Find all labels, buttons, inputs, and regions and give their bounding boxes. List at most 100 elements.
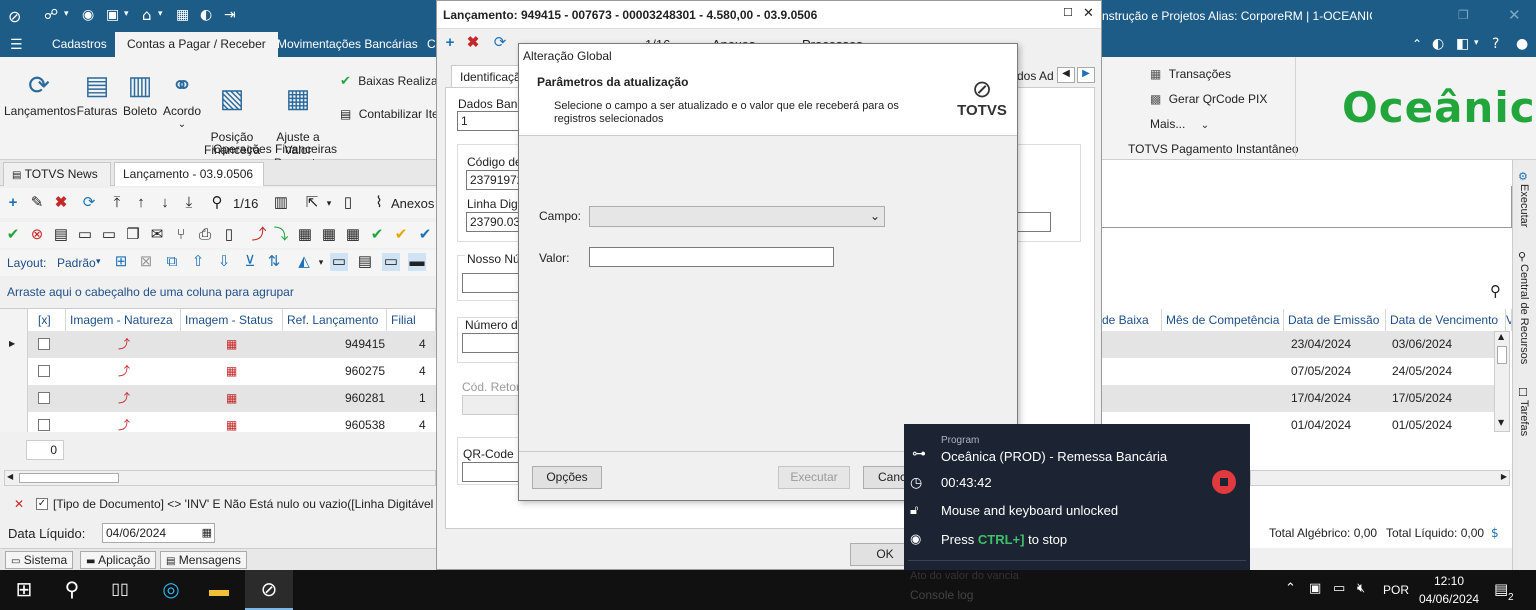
arrow-green-icon[interactable]: ⤵ xyxy=(272,226,290,244)
next-record-icon[interactable]: ↓ xyxy=(156,194,174,212)
tab-identificacao[interactable]: Identificaçã xyxy=(451,65,519,87)
filter-expression[interactable]: [Tipo de Documento] <> 'INV' E Não Está … xyxy=(53,497,436,511)
download-icon[interactable]: ⇩ xyxy=(215,253,233,271)
user-icon[interactable]: ● xyxy=(1516,36,1528,52)
restore-window-icon[interactable]: ❐ xyxy=(1458,8,1469,22)
printer-icon[interactable]: ⎙ xyxy=(196,226,214,244)
tab-mensagens[interactable]: ▤ Mensagens xyxy=(160,551,247,569)
approve-blue-icon[interactable]: ✔ xyxy=(416,226,434,244)
task-view-icon[interactable]: ▯▯ xyxy=(96,570,144,610)
tab-totvs-news[interactable]: ▤ TOTVS News xyxy=(3,162,111,186)
column-header-emissao[interactable]: Data de Emissão xyxy=(1284,309,1386,331)
faturas-button[interactable]: ▤ Faturas xyxy=(76,69,118,118)
dropdown-arrow-icon[interactable]: ▾ xyxy=(64,9,69,19)
horizontal-scrollbar[interactable]: ◀ xyxy=(4,470,436,486)
calendar-picker-icon[interactable]: ▦ xyxy=(202,524,212,542)
sidebar-tarefas[interactable]: Tarefas xyxy=(1518,400,1530,436)
tray-chevron-icon[interactable]: ⌃ xyxy=(1285,581,1296,596)
filter-enabled-checkbox[interactable]: ✓ xyxy=(36,498,48,510)
stop-button[interactable] xyxy=(1212,470,1236,494)
language-indicator[interactable]: POR xyxy=(1383,583,1409,597)
first-record-icon[interactable]: ⤒ xyxy=(108,194,126,212)
upload-icon[interactable]: ⇧ xyxy=(189,253,207,271)
table-row[interactable]: 23/04/2024 03/06/2024 xyxy=(1102,331,1494,358)
windows-start-icon[interactable]: ⊞ xyxy=(0,570,48,610)
edge-browser-icon[interactable]: ◎ xyxy=(147,570,195,610)
arrow-red-icon[interactable]: ⤴ xyxy=(250,226,268,244)
dropdown-arrow-icon[interactable]: ▾ xyxy=(96,257,101,267)
menu-tab-contas[interactable]: Contas a Pagar / Receber xyxy=(115,32,278,57)
totvs-logo-icon[interactable]: ⊘ xyxy=(8,7,21,26)
sort-icon[interactable]: ⇅ xyxy=(265,253,283,271)
previous-record-icon[interactable]: ↑ xyxy=(132,194,150,212)
copy-icon[interactable]: ❐ xyxy=(124,226,142,244)
view-icon[interactable]: ◉ xyxy=(82,7,94,23)
close-window-icon[interactable]: ✕ xyxy=(1508,6,1521,24)
gerar-qrcode-item[interactable]: ▩ Gerar QrCode PIX xyxy=(1150,92,1267,106)
add-icon[interactable]: + xyxy=(441,34,459,52)
columns-icon[interactable]: ▥ xyxy=(272,194,290,212)
row-checkbox[interactable] xyxy=(38,365,50,377)
panel-split-icon[interactable]: ▤ xyxy=(356,253,374,271)
linha-digitavel-field[interactable]: 23790.031 xyxy=(466,212,520,232)
home-icon[interactable]: ⌂ xyxy=(142,6,152,24)
dropdown-arrow-icon[interactable]: ▾ xyxy=(124,9,129,19)
delete-icon[interactable]: ✖ xyxy=(52,194,70,212)
edit-icon[interactable]: ✎ xyxy=(28,194,46,212)
mais-item[interactable]: Mais... ⌄ xyxy=(1150,117,1209,131)
approve-icon[interactable]: ✔ xyxy=(368,226,386,244)
column-header-baixa[interactable]: de Baixa xyxy=(1102,309,1162,331)
layout-select[interactable]: Padrão xyxy=(57,256,96,270)
vertical-scrollbar[interactable]: ▲ ▼ xyxy=(1494,331,1510,432)
search-icon[interactable]: ⚲ xyxy=(48,570,96,610)
row-checkbox[interactable] xyxy=(38,419,50,431)
collapse-icon[interactable]: ⊠ xyxy=(137,253,155,271)
document-icon[interactable]: ▯ xyxy=(339,194,357,212)
menu-tab-cadastros[interactable]: Cadastros xyxy=(40,32,119,57)
tab-scroll-left-icon[interactable]: ◀ xyxy=(1057,67,1075,83)
panel-bottom-icon[interactable]: ▭ xyxy=(330,253,348,271)
horizontal-scrollbar-right[interactable]: ▶ xyxy=(1250,470,1510,486)
scroll-thumb[interactable] xyxy=(1497,346,1507,364)
nosso-numero-field[interactable] xyxy=(462,273,520,293)
contabilizar-item[interactable]: ▤ Contabilizar Ite xyxy=(340,107,439,121)
last-record-icon[interactable]: ⤓ xyxy=(180,194,198,212)
column-header-filial[interactable]: Filial xyxy=(387,309,436,331)
maximize-icon[interactable]: ☐ xyxy=(1063,6,1073,19)
exit-icon[interactable]: ⇥ xyxy=(224,7,236,23)
table-row[interactable]: 17/04/2024 17/05/2024 xyxy=(1102,385,1494,412)
refresh-icon[interactable]: ⟳ xyxy=(80,194,98,212)
tab-aplicacao[interactable]: ▬ Aplicação xyxy=(80,551,157,569)
transacoes-item[interactable]: ▦ Transações xyxy=(1150,67,1231,81)
document-icon[interactable]: ▯ xyxy=(220,226,238,244)
calendar-icon[interactable]: ▦ xyxy=(344,226,362,244)
clock-date[interactable]: 04/06/2024 xyxy=(1419,592,1479,606)
table-row[interactable]: ⤴ ▦ 960275 4 xyxy=(28,358,436,385)
boleto-button[interactable]: ▥ Boleto xyxy=(122,69,158,118)
anexos-button[interactable]: Anexos xyxy=(391,196,434,211)
dropdown-arrow-icon[interactable]: ▾ xyxy=(1474,38,1479,48)
search-icon[interactable]: ⚲ xyxy=(1490,282,1501,300)
clear-filter-icon[interactable]: ✕ xyxy=(14,497,24,511)
table-row[interactable]: ⤴ ▦ 960281 1 xyxy=(28,385,436,412)
calendar-icon[interactable]: ▦ xyxy=(320,226,338,244)
mail-icon[interactable]: ✉ xyxy=(148,226,166,244)
menu-tab-movimentacoes[interactable]: Movimentações Bancárias xyxy=(265,32,430,57)
globe-icon[interactable]: ◐ xyxy=(1432,36,1444,52)
clock-time[interactable]: 12:10 xyxy=(1434,574,1464,588)
notifications-icon[interactable]: ▤ xyxy=(1494,580,1508,598)
search-icon[interactable]: ⚲ xyxy=(208,194,226,212)
tab-dados-adicionais[interactable]: dos Ad xyxy=(1017,65,1055,87)
expand-icon[interactable]: ⊞ xyxy=(112,253,130,271)
close-icon[interactable]: ✕ xyxy=(1083,6,1094,21)
column-header-vencimento[interactable]: Data de Vencimento xyxy=(1386,309,1506,331)
calendar-icon[interactable]: ▦ xyxy=(296,226,314,244)
campo-select[interactable]: ⌄ xyxy=(589,206,885,227)
sidebar-executar[interactable]: Executar xyxy=(1518,184,1530,227)
panel-top-icon[interactable]: ▭ xyxy=(382,253,400,271)
volume-muted-icon[interactable]: 🔇︎ xyxy=(1357,581,1365,596)
column-header-competencia[interactable]: Mês de Competência xyxy=(1162,309,1284,331)
lancamentos-button[interactable]: ⟳ Lançamentos xyxy=(4,69,76,118)
monitor-icon[interactable]: ▭ xyxy=(100,226,118,244)
hamburger-menu-icon[interactable]: ☰ xyxy=(10,37,23,53)
